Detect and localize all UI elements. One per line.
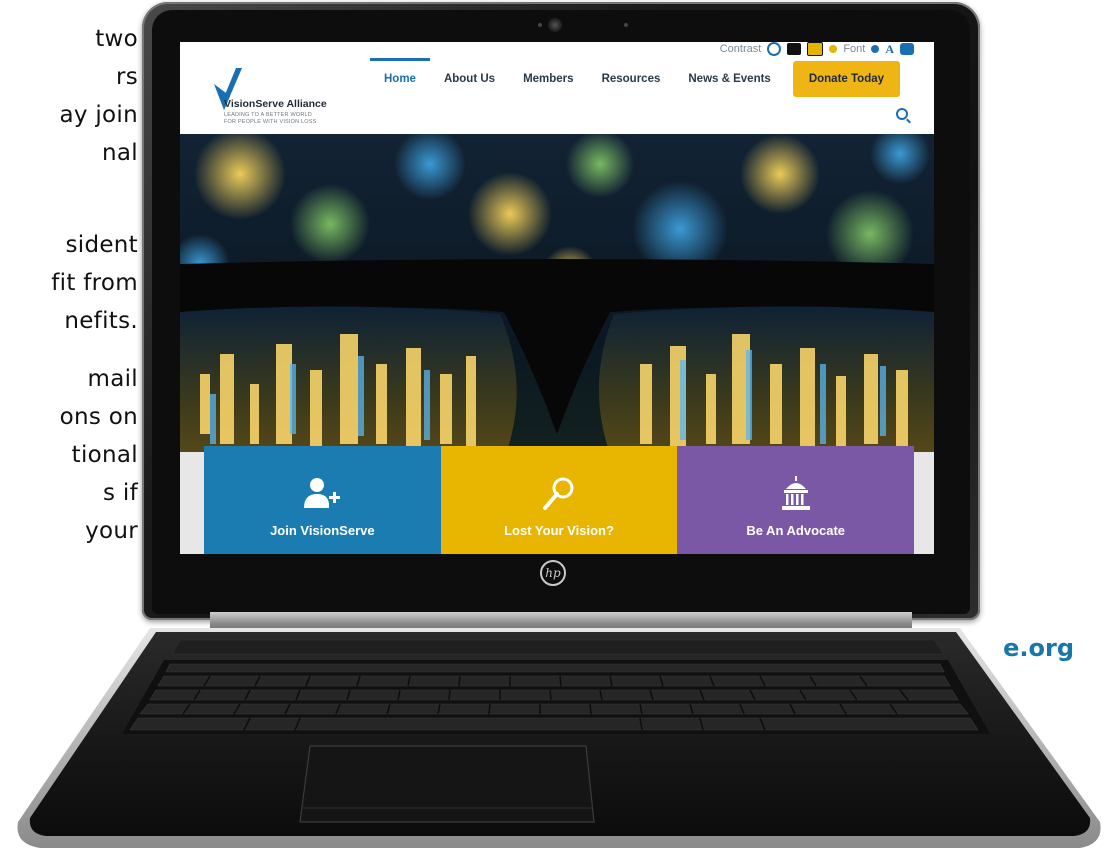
article-line: fit from (51, 270, 138, 296)
magnifier-icon (543, 477, 574, 510)
tile-join-visionserve[interactable]: Join VisionServe (204, 446, 441, 554)
webcam (548, 18, 562, 32)
hp-logo: hp (540, 560, 566, 586)
site-logo[interactable]: VisionServe Alliance LEADING TO A BETTER… (206, 66, 366, 130)
logo-name: VisionServe Alliance (224, 98, 327, 110)
article-line: your (85, 518, 138, 544)
donate-button[interactable]: Donate Today (792, 61, 901, 97)
article-line: two (95, 26, 138, 52)
website-screen: Contrast Font A VisionServe Alliance LEA… (180, 42, 934, 554)
contrast-yellow-icon[interactable] (807, 42, 824, 56)
action-tiles: Join VisionServe Lost Your Vision? Be An… (204, 446, 915, 554)
add-user-icon (304, 478, 341, 508)
laptop-base (17, 628, 1101, 848)
font-decrease-icon[interactable] (871, 45, 880, 53)
font-size-button[interactable]: A (885, 42, 894, 57)
article-line: ay join (59, 102, 138, 128)
font-increase-icon[interactable] (900, 43, 914, 55)
article-line: rs (115, 64, 138, 90)
nav-resources[interactable]: Resources (588, 62, 675, 96)
nav-news-events[interactable]: News & Events (674, 62, 784, 96)
site-header: VisionServe Alliance LEADING TO A BETTER… (180, 56, 934, 134)
tile-label: Lost Your Vision? (504, 523, 614, 538)
tile-be-an-advocate[interactable]: Be An Advocate (677, 446, 915, 554)
webcam-sensor (538, 23, 542, 27)
nav-members[interactable]: Members (509, 62, 588, 96)
logo-tagline-line: FOR PEOPLE WITH VISION LOSS (224, 119, 317, 125)
tile-lost-your-vision[interactable]: Lost Your Vision? (440, 446, 678, 554)
logo-tagline: LEADING TO A BETTER WORLD FOR PEOPLE WIT… (224, 112, 317, 126)
nav-about-us[interactable]: About Us (430, 62, 509, 96)
contrast-label: Contrast (719, 43, 762, 55)
tile-label: Join VisionServe (270, 523, 375, 538)
article-line: tional (71, 442, 138, 468)
article-line: sident (65, 232, 138, 258)
accessibility-toolbar: Contrast Font A (720, 42, 914, 56)
contrast-dark-icon[interactable] (787, 43, 802, 55)
search-icon[interactable] (896, 108, 908, 120)
contrast-reset-icon[interactable] (767, 42, 782, 56)
touchpad (299, 745, 595, 823)
article-text-column: two rs ay join nal sident fit from nefit… (0, 0, 150, 700)
nav-home[interactable]: Home (370, 58, 430, 96)
webcam-sensor (624, 23, 628, 27)
contrast-eye-icon[interactable] (829, 45, 838, 53)
tile-label: Be An Advocate (746, 523, 846, 538)
article-line: ons on (59, 404, 138, 430)
article-line: nal (102, 140, 138, 166)
article-line: s if (103, 480, 138, 506)
article-line: mail (87, 366, 138, 392)
capitol-icon (781, 476, 810, 510)
article-line: nefits. (64, 308, 138, 334)
logo-tagline-line: LEADING TO A BETTER WORLD (224, 112, 312, 118)
main-nav: Home About Us Members Resources News & E… (370, 58, 901, 97)
font-label: Font (843, 43, 866, 55)
